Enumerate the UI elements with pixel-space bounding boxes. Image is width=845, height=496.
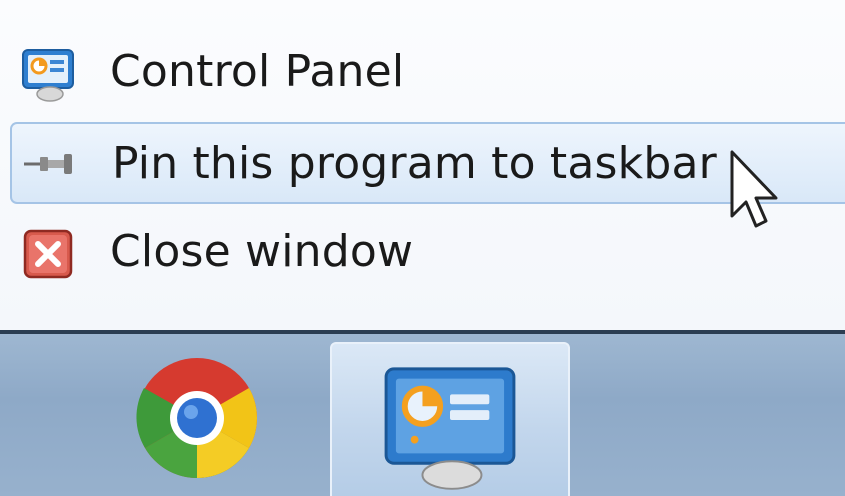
- jump-list-menu: Control Panel Pin this program to taskba…: [0, 0, 845, 330]
- control-panel-icon: [384, 367, 516, 490]
- screen: Control Panel Pin this program to taskba…: [0, 0, 845, 496]
- jump-list-item-label: Control Panel: [110, 46, 405, 97]
- taskbar: [0, 330, 845, 496]
- jump-list-item-label: Close window: [110, 226, 414, 277]
- mouse-pointer-icon: [730, 150, 778, 228]
- chrome-icon: [136, 358, 258, 478]
- close-window-icon: [23, 229, 73, 279]
- control-panel-icon: [22, 49, 74, 102]
- taskbar-button-chrome[interactable]: [105, 342, 285, 496]
- pin-icon: [24, 154, 72, 174]
- jump-list-item-close-window[interactable]: Close window: [10, 212, 845, 292]
- jump-list-item-pin-to-taskbar[interactable]: Pin this program to taskbar: [10, 122, 845, 204]
- taskbar-button-control-panel[interactable]: [330, 342, 570, 496]
- jump-list-item-control-panel[interactable]: Control Panel: [10, 32, 845, 112]
- jump-list-item-label: Pin this program to taskbar: [112, 138, 717, 189]
